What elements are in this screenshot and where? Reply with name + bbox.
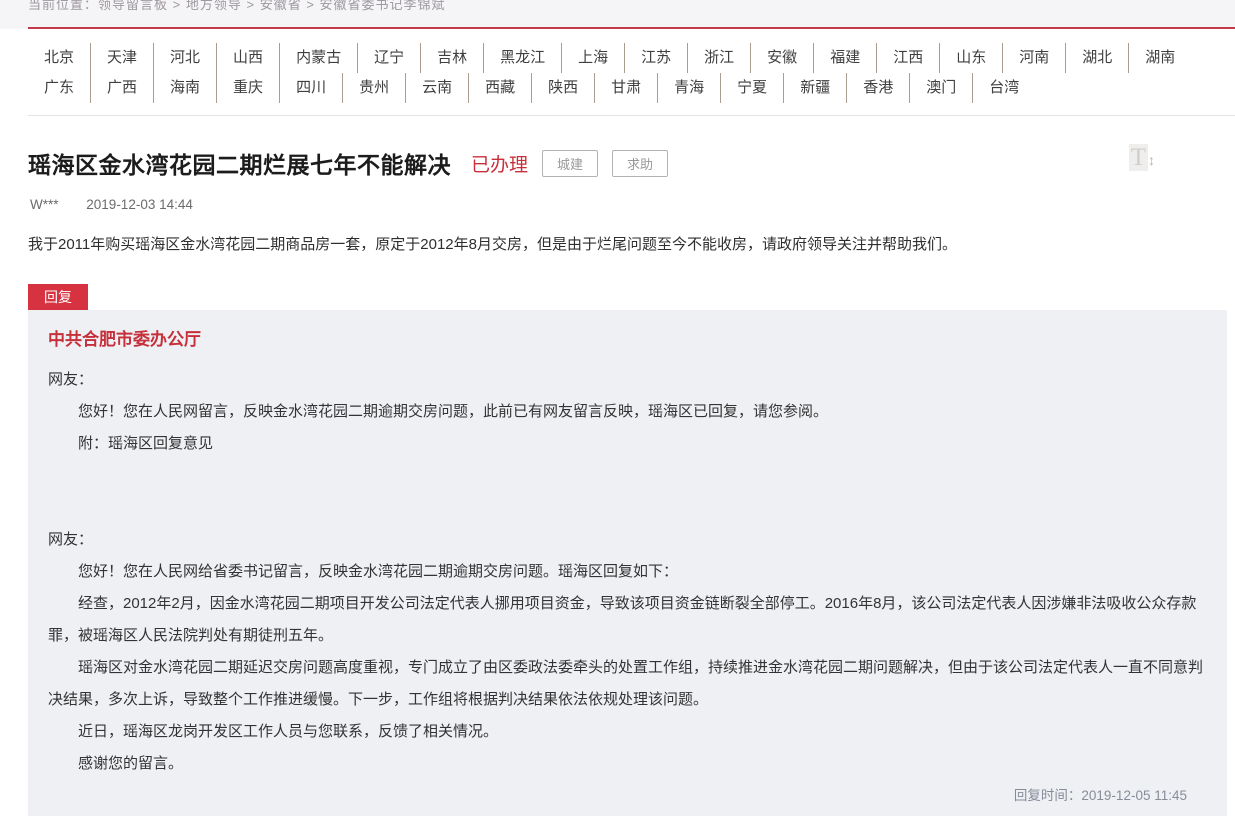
nav-province-link[interactable]: 甘肃 [594, 73, 657, 103]
reply-badge: 回复 [28, 284, 88, 310]
nav-province-link[interactable]: 陕西 [531, 73, 594, 103]
section-divider [28, 115, 1235, 116]
nav-province-link[interactable]: 江苏 [624, 43, 687, 73]
post-meta: W*** 2019-12-03 14:44 [30, 197, 1207, 212]
breadcrumb-link-secretary[interactable]: 安徽省委书记李锦斌 [302, 0, 446, 12]
nav-province-link[interactable]: 青海 [657, 73, 720, 103]
nav-province-link[interactable]: 山东 [939, 43, 1002, 73]
nav-province-link[interactable]: 台湾 [972, 73, 1035, 103]
author-name: W*** [30, 197, 59, 212]
post-date: 2019-12-03 14:44 [86, 197, 193, 212]
nav-province-link[interactable]: 上海 [561, 43, 624, 73]
nav-province-link[interactable]: 湖北 [1065, 43, 1128, 73]
breadcrumb: 当前位置：领导留言板地方领导安徽省安徽省委书记李锦斌 [28, 0, 446, 15]
province-nav-row-1: 北京天津河北山西内蒙古辽宁吉林黑龙江上海江苏浙江安徽福建江西山东河南湖北湖南 [44, 43, 1235, 73]
nav-province-link[interactable]: 澳门 [909, 73, 972, 103]
breadcrumb-link-province[interactable]: 安徽省 [242, 0, 302, 12]
nav-province-link[interactable]: 河北 [153, 43, 216, 73]
arrow-updown-icon: ↕ [1148, 152, 1155, 168]
nav-province-link[interactable]: 重庆 [216, 73, 279, 103]
font-size-icon: T [1129, 144, 1148, 171]
nav-province-link[interactable]: 江西 [876, 43, 939, 73]
font-size-control[interactable]: T↕ [1129, 144, 1155, 172]
breadcrumb-label: 当前位置： [28, 0, 98, 12]
tag-type[interactable]: 求助 [612, 150, 668, 177]
reply-time-label: 回复时间： [1014, 788, 1082, 803]
nav-province-link[interactable]: 四川 [279, 73, 342, 103]
nav-province-link[interactable]: 浙江 [687, 43, 750, 73]
nav-province-link[interactable]: 内蒙古 [279, 43, 357, 73]
nav-province-link[interactable]: 广西 [90, 73, 153, 103]
page-title: 瑶海区金水湾花园二期烂展七年不能解决 [28, 146, 451, 180]
message-body: 我于2011年购买瑶海区金水湾花园二期商品房一套，原定于2012年8月交房，但是… [28, 233, 1207, 257]
reply-spacer [48, 460, 1207, 524]
reply-paragraph: 您好！您在人民网给省委书记留言，反映金水湾花园二期逾期交房问题。瑶海区回复如下： [48, 556, 1207, 588]
reply-paragraph: 瑶海区对金水湾花园二期延迟交房问题高度重视，专门成立了由区委政法委牵头的处置工作… [48, 652, 1207, 716]
nav-province-link[interactable]: 海南 [153, 73, 216, 103]
post-header: 瑶海区金水湾花园二期烂展七年不能解决 已办理 城建 求助 T↕ [28, 146, 1207, 180]
reply-paragraph: 网友： [48, 364, 1207, 396]
nav-province-link[interactable]: 天津 [90, 43, 153, 73]
province-nav-row-2: 广东广西海南重庆四川贵州云南西藏陕西甘肃青海宁夏新疆香港澳门台湾 [44, 73, 1235, 103]
nav-province-link[interactable]: 贵州 [342, 73, 405, 103]
nav-province-link[interactable]: 香港 [846, 73, 909, 103]
breadcrumb-link-local[interactable]: 地方领导 [168, 0, 242, 12]
nav-province-link[interactable]: 西藏 [468, 73, 531, 103]
breadcrumb-link-board[interactable]: 领导留言板 [98, 0, 168, 12]
nav-province-link[interactable]: 福建 [813, 43, 876, 73]
reply-department: 中共合肥市委办公厅 [48, 328, 1207, 352]
status-badge: 已办理 [471, 150, 528, 177]
nav-province-link[interactable]: 北京 [44, 43, 90, 73]
reply-time-value: 2019-12-05 11:45 [1081, 788, 1187, 803]
tag-category[interactable]: 城建 [542, 150, 598, 177]
reply-paragraph: 附：瑶海区回复意见 [48, 428, 1207, 460]
accent-divider [28, 27, 1235, 29]
reply-panel: 中共合肥市委办公厅 网友： 您好！您在人民网留言，反映金水湾花园二期逾期交房问题… [28, 310, 1227, 816]
nav-province-link[interactable]: 安徽 [750, 43, 813, 73]
nav-province-link[interactable]: 黑龙江 [483, 43, 561, 73]
nav-province-link[interactable]: 山西 [216, 43, 279, 73]
nav-province-link[interactable]: 吉林 [420, 43, 483, 73]
nav-province-link[interactable]: 宁夏 [720, 73, 783, 103]
nav-province-link[interactable]: 湖南 [1128, 43, 1191, 73]
nav-province-link[interactable]: 云南 [405, 73, 468, 103]
breadcrumb-bar: 当前位置：领导留言板地方领导安徽省安徽省委书记李锦斌 [0, 0, 1235, 29]
nav-province-link[interactable]: 辽宁 [357, 43, 420, 73]
reply-paragraph: 经查，2012年2月，因金水湾花园二期项目开发公司法定代表人挪用项目资金，导致该… [48, 588, 1207, 652]
reply-paragraph: 感谢您的留言。 [48, 748, 1207, 780]
reply-paragraph: 网友： [48, 524, 1207, 556]
reply-timestamp: 回复时间：2019-12-05 11:45 [48, 780, 1207, 806]
province-nav: 北京天津河北山西内蒙古辽宁吉林黑龙江上海江苏浙江安徽福建江西山东河南湖北湖南 广… [0, 29, 1235, 103]
nav-province-link[interactable]: 广东 [44, 73, 90, 103]
nav-province-link[interactable]: 新疆 [783, 73, 846, 103]
reply-paragraph: 近日，瑶海区龙岗开发区工作人员与您联系，反馈了相关情况。 [48, 716, 1207, 748]
nav-province-link[interactable]: 河南 [1002, 43, 1065, 73]
reply-paragraph: 您好！您在人民网留言，反映金水湾花园二期逾期交房问题，此前已有网友留言反映，瑶海… [48, 396, 1207, 428]
